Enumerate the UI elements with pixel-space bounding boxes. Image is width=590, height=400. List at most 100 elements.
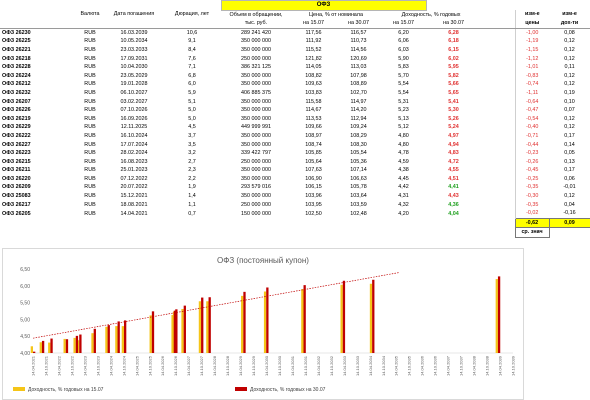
cell-y2[interactable]: 6,02 xyxy=(426,55,481,64)
cell-dur[interactable]: 3,2 xyxy=(163,149,221,158)
cell-date[interactable]: 23.03.2033 xyxy=(105,46,163,55)
cell-dur[interactable]: 7,6 xyxy=(163,55,221,64)
cell-cur[interactable]: RUB xyxy=(75,55,105,64)
header-maturity[interactable]: Дата погашения xyxy=(105,10,163,19)
cell-blank[interactable] xyxy=(481,209,515,218)
cell-y2[interactable]: 4,43 xyxy=(426,192,481,201)
table-row[interactable]: ОФЗ 26223 RUB 28.02.2024 3,2 339 422 797 105,… xyxy=(0,149,590,158)
cell-vol[interactable]: 350 000 000 xyxy=(221,192,291,201)
cell-p1[interactable]: 107,63 xyxy=(291,166,336,175)
cell-price-change[interactable]: -0,35 xyxy=(514,183,550,193)
cell-yield-change[interactable]: 0,17 xyxy=(549,132,590,141)
cell-y2[interactable]: 6,18 xyxy=(426,37,481,46)
cell-p1[interactable]: 105,85 xyxy=(291,149,336,158)
cell-blank[interactable] xyxy=(481,183,515,192)
cell-p2[interactable]: 116,57 xyxy=(336,28,381,37)
cell-y1[interactable]: 4,38 xyxy=(381,166,426,175)
cell-yield-change[interactable]: 0,12 xyxy=(549,192,590,201)
cell-p2[interactable]: 112,94 xyxy=(336,115,381,124)
cell-yield-change[interactable]: 0,12 xyxy=(549,46,590,55)
cell-p2[interactable]: 106,63 xyxy=(336,175,381,184)
cell-y1[interactable]: 5,12 xyxy=(381,123,426,132)
cell-p2[interactable]: 105,36 xyxy=(336,158,381,167)
cell-y2[interactable]: 4,55 xyxy=(426,166,481,175)
cell-y2[interactable]: 4,51 xyxy=(426,175,481,184)
cell-blank[interactable] xyxy=(481,98,515,107)
cell-price-change[interactable]: -0,47 xyxy=(514,106,550,115)
cell-price-change[interactable]: -1,15 xyxy=(514,45,550,55)
cell-date[interactable]: 17.07.2024 xyxy=(105,141,163,150)
cell-p2[interactable]: 114,97 xyxy=(336,98,381,107)
cell-date[interactable]: 16.10.2024 xyxy=(105,132,163,141)
cell-vol[interactable]: 350 000 000 xyxy=(221,175,291,184)
cell-dur[interactable]: 1,1 xyxy=(163,201,221,210)
avg-price-change[interactable]: -0,62 xyxy=(514,217,550,229)
cell-cur[interactable]: RUB xyxy=(75,132,105,141)
cell-yield-change[interactable]: 0,06 xyxy=(549,175,590,184)
cell-dur[interactable]: 0,7 xyxy=(163,209,221,218)
cell-y1[interactable]: 5,90 xyxy=(381,55,426,64)
cell-cur[interactable]: RUB xyxy=(75,192,105,201)
header-yield-date1[interactable]: на 15.07 xyxy=(381,19,427,29)
cell-y2[interactable]: 4,41 xyxy=(426,183,481,192)
cell-vol[interactable]: 350 000 000 xyxy=(221,46,291,55)
cell-p2[interactable]: 109,24 xyxy=(336,123,381,132)
cell-yield-change[interactable]: 0,17 xyxy=(549,166,590,175)
header-price[interactable]: Цена, % от номинала xyxy=(291,10,381,19)
avg-label[interactable]: ср. знач xyxy=(514,227,550,239)
avg-yield-change[interactable]: 0,09 xyxy=(548,217,590,229)
cell-cur[interactable]: RUB xyxy=(75,63,105,72)
cell-vol[interactable]: 386 321 125 xyxy=(221,63,291,72)
cell-y2[interactable]: 5,26 xyxy=(426,115,481,124)
cell-date[interactable]: 15.12.2021 xyxy=(105,192,163,201)
cell-blank[interactable] xyxy=(481,28,515,37)
table-row[interactable]: ОФЗ 26212 RUB 19.01.2028 6,0 350 000 000 109,… xyxy=(0,80,590,89)
cell-date[interactable]: 18.08.2021 xyxy=(105,201,163,210)
cell-p1[interactable]: 108,74 xyxy=(291,141,336,150)
cell-yield-change[interactable]: 0,07 xyxy=(549,106,590,115)
cell-p1[interactable]: 103,83 xyxy=(291,89,336,98)
cell-vol[interactable]: 350 000 000 xyxy=(221,98,291,107)
cell-blank[interactable] xyxy=(481,72,515,81)
cell-cur[interactable]: RUB xyxy=(75,175,105,184)
cell-blank[interactable] xyxy=(481,158,515,167)
cell-cur[interactable]: RUB xyxy=(75,115,105,124)
cell-cur[interactable]: RUB xyxy=(75,106,105,115)
cell-date[interactable]: 16.09.2026 xyxy=(105,115,163,124)
cell-date[interactable]: 03.02.2027 xyxy=(105,98,163,107)
cell-date[interactable]: 23.05.2029 xyxy=(105,72,163,81)
cell-date[interactable]: 25.01.2023 xyxy=(105,166,163,175)
table-row[interactable]: ОФЗ 26217 RUB 18.08.2021 1,1 250 000 000 103,… xyxy=(0,200,590,210)
table-row[interactable]: ОФЗ 26221 RUB 23.03.2033 8,4 350 000 000 115,… xyxy=(0,45,590,55)
cell-date[interactable]: 07.10.2026 xyxy=(105,106,163,115)
cell-dur[interactable]: 6,0 xyxy=(163,80,221,89)
cell-price-change[interactable]: -0,26 xyxy=(514,157,550,167)
cell-vol[interactable]: 293 579 016 xyxy=(221,183,291,192)
cell-name[interactable]: ОФЗ 26207 xyxy=(0,98,75,107)
cell-y2[interactable]: 5,82 xyxy=(426,72,481,81)
cell-vol[interactable]: 350 000 000 xyxy=(221,166,291,175)
cell-name[interactable]: ОФЗ 26230 xyxy=(0,28,75,37)
cell-p2[interactable]: 110,73 xyxy=(336,37,381,46)
cell-y1[interactable]: 5,70 xyxy=(381,72,426,81)
cell-name[interactable]: ОФЗ 26224 xyxy=(0,72,75,81)
table-row[interactable]: ОФЗ 26205 RUB 14.04.2021 0,7 150 000 000 102,… xyxy=(0,209,590,219)
cell-cur[interactable]: RUB xyxy=(75,80,105,89)
cell-blank[interactable] xyxy=(481,123,515,132)
cell-blank[interactable] xyxy=(481,132,515,141)
table-row[interactable]: ОФЗ 26215 RUB 16.08.2023 2,7 250 000 000 105,… xyxy=(0,157,590,167)
cell-yield-change[interactable]: -0,01 xyxy=(549,183,590,192)
cell-y2[interactable]: 4,36 xyxy=(426,201,481,210)
cell-p2[interactable]: 108,89 xyxy=(336,80,381,89)
cell-price-change[interactable]: -0,30 xyxy=(514,192,550,201)
cell-date[interactable]: 17.09.2031 xyxy=(105,55,163,64)
cell-date[interactable]: 28.02.2024 xyxy=(105,149,163,158)
cell-price-change[interactable]: -1,01 xyxy=(514,63,550,72)
cell-date[interactable]: 20.07.2022 xyxy=(105,183,163,192)
cell-yield-change[interactable]: 0,05 xyxy=(549,149,590,158)
cell-y2[interactable]: 5,30 xyxy=(426,106,481,115)
cell-vol[interactable]: 350 000 000 xyxy=(221,72,291,81)
cell-price-change[interactable]: -0,23 xyxy=(514,149,550,158)
cell-blank[interactable] xyxy=(481,46,515,55)
cell-price-change[interactable]: -0,35 xyxy=(514,200,550,210)
